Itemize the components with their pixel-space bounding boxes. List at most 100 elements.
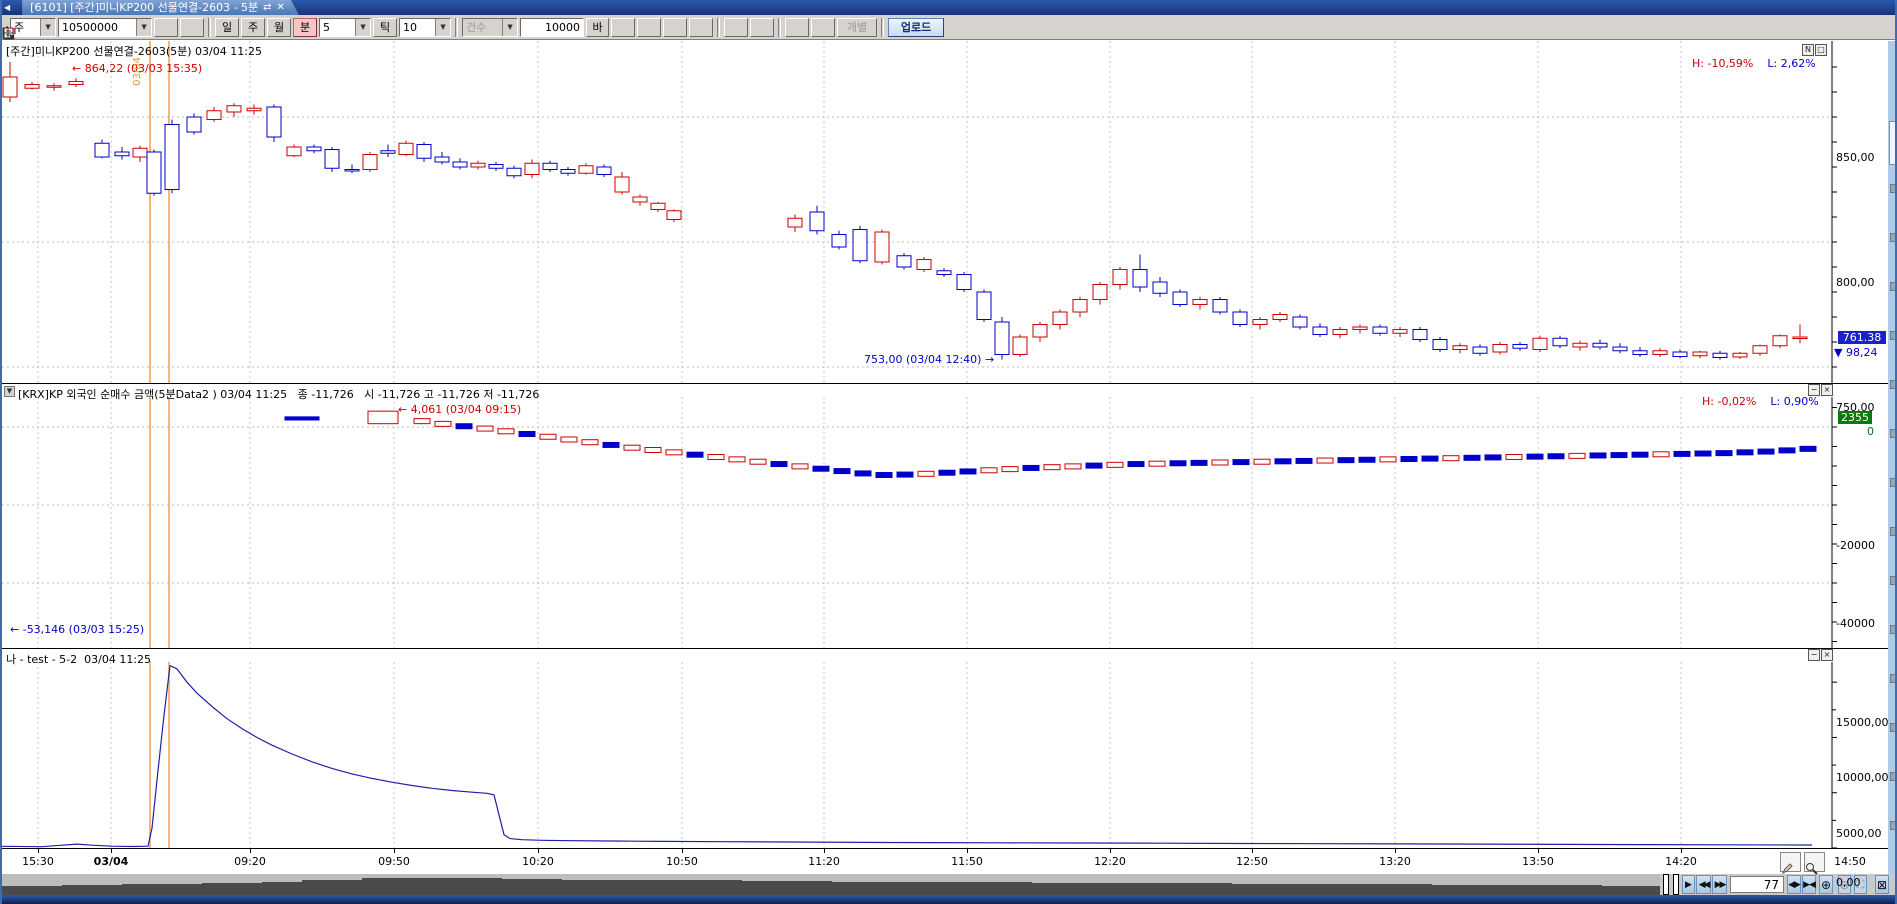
search-button[interactable]	[154, 18, 178, 37]
minimize-button[interactable]: −	[1808, 384, 1820, 396]
tab-close-icon[interactable]: ✕	[277, 0, 293, 15]
bar-button[interactable]: 바	[586, 18, 609, 37]
minute-button[interactable]: 분	[293, 18, 317, 37]
page-number-input[interactable]	[1730, 876, 1784, 893]
tick-button[interactable]: 틱	[373, 18, 397, 37]
scrollbar-segment[interactable]	[1890, 478, 1897, 487]
candle-body	[1733, 353, 1747, 357]
minimap-bar	[302, 880, 362, 895]
scrollbar-segment[interactable]	[1890, 625, 1897, 634]
range-handle-right[interactable]	[1673, 874, 1679, 895]
scrollbar-segment[interactable]	[1890, 527, 1897, 536]
scrollbar-segment[interactable]	[1890, 821, 1897, 830]
segment-bar	[1590, 453, 1606, 458]
scrollbar-segment[interactable]	[1890, 331, 1897, 340]
chart-window: ◀ [6101] [주간]미니KP200 선물연결-2603 - 5분 ⇄ ✕ …	[0, 0, 1897, 904]
scrollbar-segment[interactable]	[1890, 772, 1897, 781]
minute-value-select[interactable]: 5▼	[319, 18, 371, 37]
sort-updown-button[interactable]	[689, 18, 713, 37]
page-prev-button[interactable]: ◀◀	[1696, 875, 1711, 894]
window-back-icon[interactable]: ◀	[4, 3, 10, 12]
candle-body	[1633, 351, 1647, 355]
chevron-down-icon[interactable]: ▼	[355, 19, 370, 36]
scrollbar-thumb[interactable]	[1889, 121, 1897, 165]
candle-body	[1293, 317, 1307, 327]
page-next-button[interactable]: ▶▶	[1712, 875, 1727, 894]
scrollbar-segment[interactable]	[1890, 723, 1897, 732]
segment-bar	[750, 459, 766, 464]
normalize-button[interactable]: N	[1802, 44, 1814, 56]
candle-body	[1593, 343, 1607, 347]
range-handle-left[interactable]	[1663, 874, 1669, 895]
collapse-panel-icon[interactable]: ▼	[4, 386, 15, 397]
candle-body	[917, 260, 931, 270]
maximize-button[interactable]: □	[1815, 44, 1827, 56]
indicator-chart-button[interactable]	[637, 18, 661, 37]
candle-body	[1653, 351, 1667, 355]
candle-body	[363, 155, 377, 170]
y-axis-tick-label: 800,00	[1836, 276, 1888, 289]
segment-bar	[1086, 463, 1102, 468]
candle-body	[1493, 345, 1507, 353]
chart-minimap[interactable]	[2, 874, 1660, 895]
scrollbar-segment[interactable]	[1890, 576, 1897, 585]
scrollbar-segment[interactable]	[1890, 282, 1897, 291]
swap-icon[interactable]: ⇄	[263, 0, 271, 15]
grid-button[interactable]	[811, 18, 835, 37]
volume-chart-button[interactable]	[663, 18, 687, 37]
time-axis-label: 13:20	[1379, 855, 1411, 868]
chevron-down-icon[interactable]: ▼	[136, 19, 151, 36]
close-button[interactable]: ×	[1821, 384, 1833, 396]
upload-button[interactable]: 업로드	[888, 18, 944, 37]
segment-bar	[1191, 460, 1207, 465]
minimize-button[interactable]: −	[1808, 649, 1820, 661]
month-button[interactable]: 월	[267, 18, 291, 37]
candle-body	[853, 230, 867, 261]
report-button[interactable]	[785, 18, 809, 37]
play-button[interactable]: ▶	[1682, 875, 1695, 894]
zoom-in-button[interactable]: ⊕	[1819, 875, 1833, 894]
y-axis-tick-label: -20000	[1836, 539, 1888, 552]
chevron-down-icon[interactable]: ▼	[40, 19, 55, 36]
search-recent-button[interactable]	[180, 18, 204, 37]
foreign-panel-high-low: H: -0,02%L: 0,90%	[1702, 395, 1819, 408]
scrollbar-segment[interactable]	[1890, 233, 1897, 242]
high-pct: H: -10,59%	[1692, 57, 1753, 70]
vertical-scrollbar[interactable]	[1888, 41, 1897, 874]
time-axis-label: 09:20	[234, 855, 266, 868]
chevron-down-icon: ▼	[502, 19, 517, 36]
net-buy-segments	[285, 411, 1816, 477]
individual-button: 개별	[837, 18, 877, 37]
scrollbar-segment[interactable]	[1890, 184, 1897, 193]
scrollbar-segment[interactable]	[1890, 380, 1897, 389]
candle-body	[1093, 285, 1107, 300]
tick-value-select[interactable]: 10▼	[399, 18, 451, 37]
segment-bar	[1359, 457, 1375, 462]
close-button[interactable]: ×	[1821, 649, 1833, 661]
copy-page-button[interactable]	[724, 18, 748, 37]
week-button[interactable]: 주	[241, 18, 265, 37]
symbol-combo[interactable]: 10500000▼	[58, 18, 152, 37]
scrollbar-segment[interactable]	[1890, 674, 1897, 683]
segment-bar	[1464, 455, 1480, 460]
candle-body	[1133, 270, 1147, 288]
period-select[interactable]: 주▼	[10, 18, 56, 37]
axis-zoom-button[interactable]	[1804, 852, 1825, 872]
bar-count-input[interactable]	[520, 18, 584, 37]
window-tab[interactable]: [6101] [주간]미니KP200 선물연결-2603 - 5분 ⇄ ✕	[22, 0, 299, 15]
shrink-horizontal-button[interactable]: ▶◀	[1802, 875, 1816, 894]
crosshair-button[interactable]	[611, 18, 635, 37]
title-bar: ◀ [6101] [주간]미니KP200 선물연결-2603 - 5분 ⇄ ✕	[2, 0, 1895, 15]
chevron-down-icon[interactable]: ▼	[435, 19, 450, 36]
draw-tool-button[interactable]	[1780, 852, 1801, 872]
price-change: ▼ 98,24	[1834, 346, 1877, 359]
minimap-bar	[432, 878, 502, 895]
segment-bar	[603, 442, 619, 447]
time-axis: 15:3003/0409:2009:5010:2010:5011:2011:50…	[2, 848, 1888, 874]
expand-horizontal-button[interactable]: ◀▶	[1787, 875, 1801, 894]
candle-body	[1533, 338, 1547, 349]
scrollbar-segment[interactable]	[1890, 429, 1897, 438]
y-axis-tick-label: 10000,00	[1836, 771, 1888, 784]
segment-bar	[855, 471, 871, 476]
day-button[interactable]: 일	[215, 18, 239, 37]
